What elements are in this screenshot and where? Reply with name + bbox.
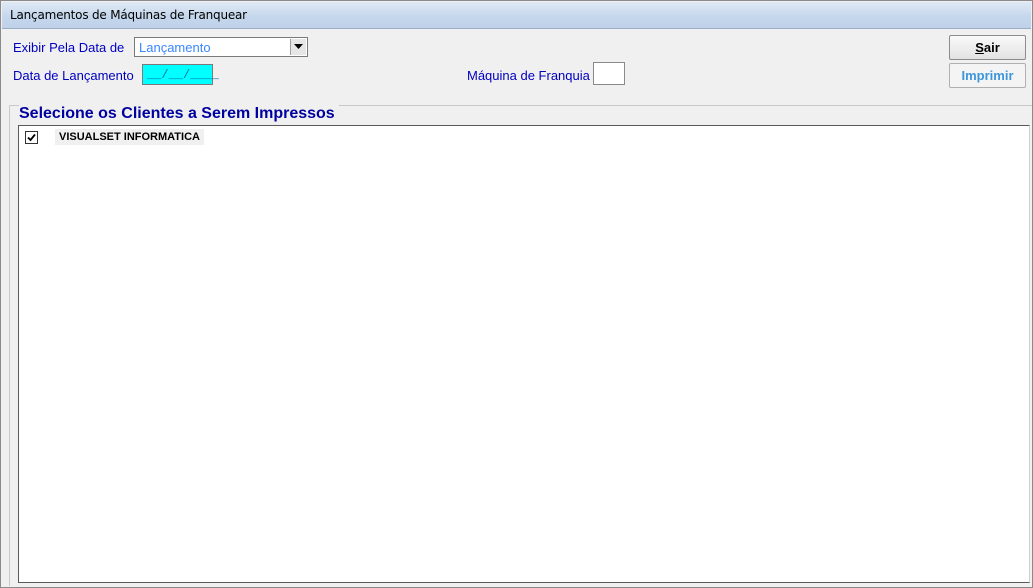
client-label: VISUALSET INFORMATICA bbox=[55, 129, 204, 145]
data-lancamento-label: Data de Lançamento bbox=[13, 68, 134, 83]
exibir-select[interactable]: Lançamento bbox=[134, 37, 308, 57]
clients-group-title: Selecione os Clientes a Serem Impressos bbox=[19, 105, 339, 123]
exibir-select-value: Lançamento bbox=[139, 40, 211, 55]
sair-label: air bbox=[983, 40, 1000, 55]
main-window: Lançamentos de Máquinas de Franquear Exi… bbox=[0, 0, 1033, 588]
maquina-franquia-input[interactable] bbox=[593, 62, 625, 85]
sair-accelerator: S bbox=[975, 40, 984, 55]
list-item[interactable]: VISUALSET INFORMATICA bbox=[23, 129, 523, 145]
title-bar[interactable]: Lançamentos de Máquinas de Franquear bbox=[2, 2, 1031, 29]
exibir-label: Exibir Pela Data de bbox=[13, 40, 125, 55]
checkmark-icon bbox=[27, 133, 36, 142]
window-title: Lançamentos de Máquinas de Franquear bbox=[10, 8, 247, 22]
sair-button[interactable]: Sair bbox=[949, 35, 1026, 60]
chevron-down-icon bbox=[294, 44, 303, 49]
imprimir-button[interactable]: Imprimir bbox=[949, 63, 1026, 88]
maquina-franquia-label: Máquina de Franquia bbox=[467, 68, 590, 83]
dropdown-button[interactable] bbox=[290, 39, 306, 55]
clients-list[interactable]: VISUALSET INFORMATICA bbox=[18, 125, 1030, 583]
client-checkbox[interactable] bbox=[25, 131, 38, 144]
data-lancamento-input[interactable]: __/__/____ bbox=[142, 64, 219, 85]
